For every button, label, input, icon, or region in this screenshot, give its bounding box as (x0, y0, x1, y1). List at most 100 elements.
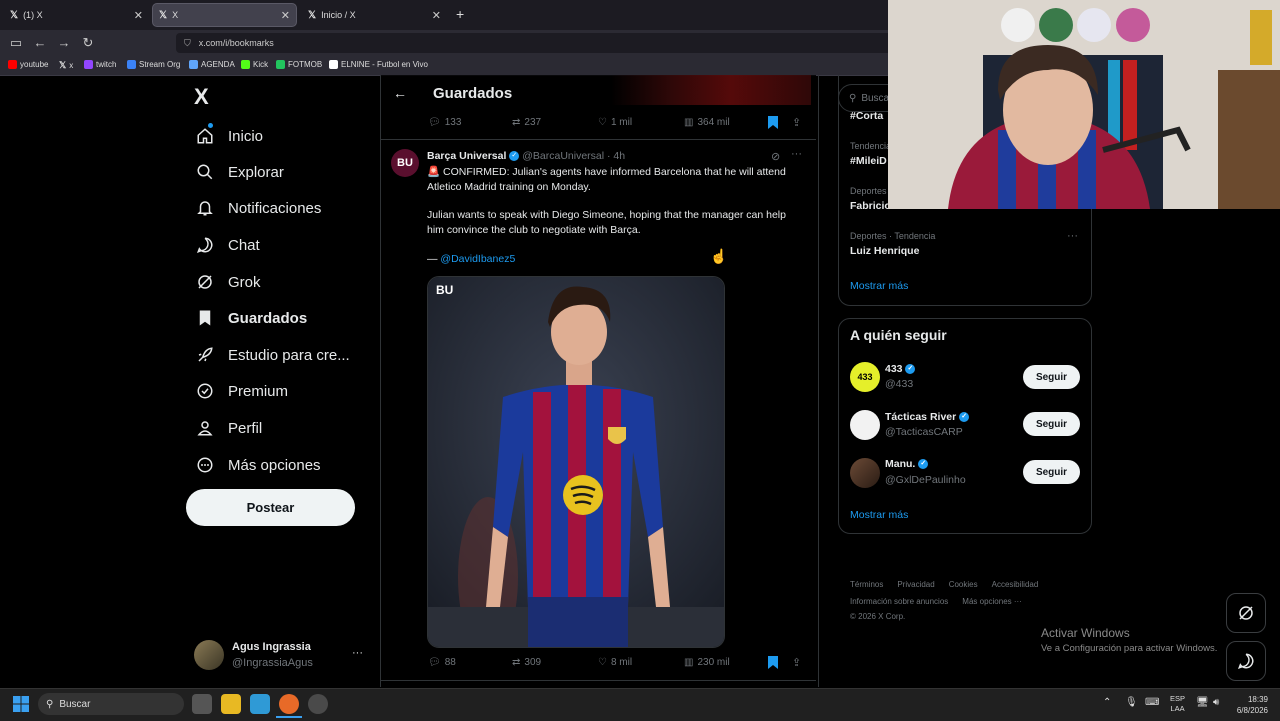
sidebar-item-perfil[interactable]: Perfil (195, 413, 262, 443)
volume-icon[interactable]: 🔊︎ (1213, 697, 1219, 708)
windows-start-icon[interactable] (13, 696, 29, 712)
sidebar-toggle-icon[interactable]: ▭ (8, 35, 24, 51)
tweet-paragraph-1: 🚨 CONFIRMED: Julian's agents have inform… (427, 166, 786, 193)
trend-item[interactable]: #MileiD (850, 155, 887, 167)
footer-link[interactable]: Privacidad (897, 580, 934, 589)
tweet-image[interactable]: BU (427, 276, 725, 648)
bookmark-icon[interactable] (768, 116, 778, 129)
account-switcher[interactable]: Agus Ingrassia @IngrassiaAgus ··· (186, 635, 376, 677)
bookmark-item[interactable]: FOTMOB (276, 60, 322, 69)
footer-link[interactable]: Accesibilidad (992, 580, 1039, 589)
task-view-icon[interactable] (192, 694, 212, 714)
close-icon[interactable]: ✕ (281, 9, 290, 22)
sidebar-item-inicio[interactable]: Inicio (195, 121, 263, 151)
like-action[interactable]: ♡ 1 mil (598, 117, 632, 128)
bookmark-item[interactable]: 𝕏x (59, 60, 73, 71)
chevron-up-icon[interactable]: ⌃ (1103, 697, 1111, 708)
mention-link[interactable]: @DavidIbanez5 (440, 253, 515, 265)
show-more-link[interactable]: Mostrar más (850, 509, 908, 521)
x-logo-icon: 𝕏 (159, 9, 168, 21)
bookmark-item[interactable]: youtube (8, 60, 48, 69)
sidebar-item-guardados[interactable]: Guardados (195, 303, 307, 333)
follow-button[interactable]: Seguir (1023, 412, 1080, 436)
footer-link[interactable]: Más opciones ··· (962, 597, 1022, 606)
network-icon[interactable]: 🖥︎ (1196, 697, 1209, 708)
bookmark-item[interactable]: twitch (84, 60, 116, 69)
share-icon[interactable]: ⇪ (792, 656, 801, 669)
trend-item[interactable]: Luiz Henrique (850, 245, 919, 257)
notepad-icon[interactable] (250, 694, 270, 714)
sidebar-item-grok[interactable]: Grok (195, 267, 261, 297)
repost-action[interactable]: ⇄ 309 (512, 657, 541, 668)
back-arrow-icon[interactable]: ← (32, 35, 48, 50)
repost-action[interactable]: ⇄ 237 (512, 117, 541, 128)
trend-item[interactable]: #Corta (850, 110, 883, 122)
reply-action[interactable]: 💬︎ 133 (428, 117, 461, 128)
browser-tab-3[interactable]: 𝕏 Inicio / X ✕ (302, 3, 447, 27)
url-bar[interactable]: ⛉ x.com/i/bookmarks (176, 33, 896, 53)
sidebar-item-estudio[interactable]: Estudio para cre... (195, 340, 350, 370)
reload-icon[interactable]: ↻ (80, 35, 96, 51)
post-button[interactable]: Postear (186, 489, 355, 526)
more-icon[interactable]: ··· (791, 148, 802, 160)
obs-icon[interactable] (308, 694, 328, 714)
sidebar-item-mas-opciones[interactable]: Más opciones (195, 450, 321, 480)
avatar[interactable] (850, 458, 880, 488)
author-name[interactable]: Barça Universal (427, 150, 506, 162)
like-action[interactable]: ♡ 8 mil (598, 657, 632, 668)
grok-icon[interactable]: ⊘ (771, 150, 780, 163)
sidebar-item-chat[interactable]: Chat (195, 230, 260, 260)
follow-button[interactable]: Seguir (1023, 460, 1080, 484)
heart-icon: ♡ (598, 657, 607, 668)
sidebar-item-notificaciones[interactable]: Notificaciones (195, 193, 321, 223)
follow-button[interactable]: Seguir (1023, 365, 1080, 389)
back-arrow-icon[interactable]: ← (393, 85, 407, 101)
file-explorer-icon[interactable] (221, 694, 241, 714)
more-icon[interactable]: ··· (1067, 230, 1078, 242)
reply-action[interactable]: 💬︎ 88 (428, 657, 456, 668)
bookmark-item[interactable]: Stream Org (127, 60, 180, 69)
x-logo-icon[interactable]: X (194, 84, 209, 110)
sidebar-item-explorar[interactable]: Explorar (195, 157, 284, 187)
share-icon[interactable]: ⇪ (792, 116, 801, 129)
x-logo-icon: 𝕏 (10, 9, 19, 21)
browser-tab-2[interactable]: 𝕏 X ✕ (152, 3, 297, 27)
browser-tab-1[interactable]: 𝕏 (1) X ✕ (4, 3, 149, 27)
follow-name[interactable]: 433 ✓ (885, 363, 916, 375)
copyright: © 2026 X Corp. (850, 612, 906, 621)
footer-link[interactable]: Cookies (949, 580, 978, 589)
footer-link[interactable]: Información sobre anuncios (850, 597, 948, 606)
bookmark-item[interactable]: AGENDA (189, 60, 235, 69)
keyboard-icon[interactable]: ⌨ (1145, 697, 1159, 708)
more-icon[interactable]: ··· (352, 647, 363, 659)
close-icon[interactable]: ✕ (134, 9, 143, 22)
bookmark-icon[interactable] (768, 656, 778, 669)
firefox-icon[interactable] (279, 694, 299, 714)
avatar[interactable]: BU (391, 149, 419, 177)
new-tab-button[interactable]: + (456, 6, 464, 22)
show-more-link[interactable]: Mostrar más (850, 280, 908, 292)
tweet-time[interactable]: · 4h (607, 150, 625, 162)
follow-name[interactable]: Tácticas River ✓ (885, 411, 970, 423)
language-indicator[interactable]: ESP LAA (1170, 694, 1185, 714)
bookmark-item[interactable]: ELNINE - Futbol en Vivo (329, 60, 428, 69)
forward-arrow-icon[interactable]: → (56, 35, 72, 50)
trend-meta: Deportes · Tendencia (850, 231, 936, 241)
bookmark-item[interactable]: Kick (241, 60, 268, 69)
grok-fab[interactable] (1226, 593, 1266, 633)
views-action[interactable]: ▥ 364 mil (684, 117, 730, 128)
follow-name[interactable]: Manu. ✓ (885, 458, 929, 470)
avatar[interactable] (850, 410, 880, 440)
footer-link[interactable]: Términos (850, 580, 883, 589)
chat-fab[interactable] (1226, 641, 1266, 681)
close-icon[interactable]: ✕ (432, 9, 441, 22)
avatar[interactable]: 433 (850, 362, 880, 392)
taskbar-search[interactable]: ⚲ Buscar (38, 693, 184, 715)
clock[interactable]: 18:39 6/8/2026 (1232, 694, 1268, 716)
views-action[interactable]: ▥ 230 mil (684, 657, 730, 668)
sidebar-item-premium[interactable]: Premium (195, 376, 288, 406)
author-handle[interactable]: @BarcaUniversal (522, 150, 604, 162)
site-info-icon[interactable]: ⛉ (184, 38, 191, 49)
chat-icon (1237, 653, 1254, 670)
microphone-icon[interactable]: 🎙︎ (1125, 697, 1138, 708)
